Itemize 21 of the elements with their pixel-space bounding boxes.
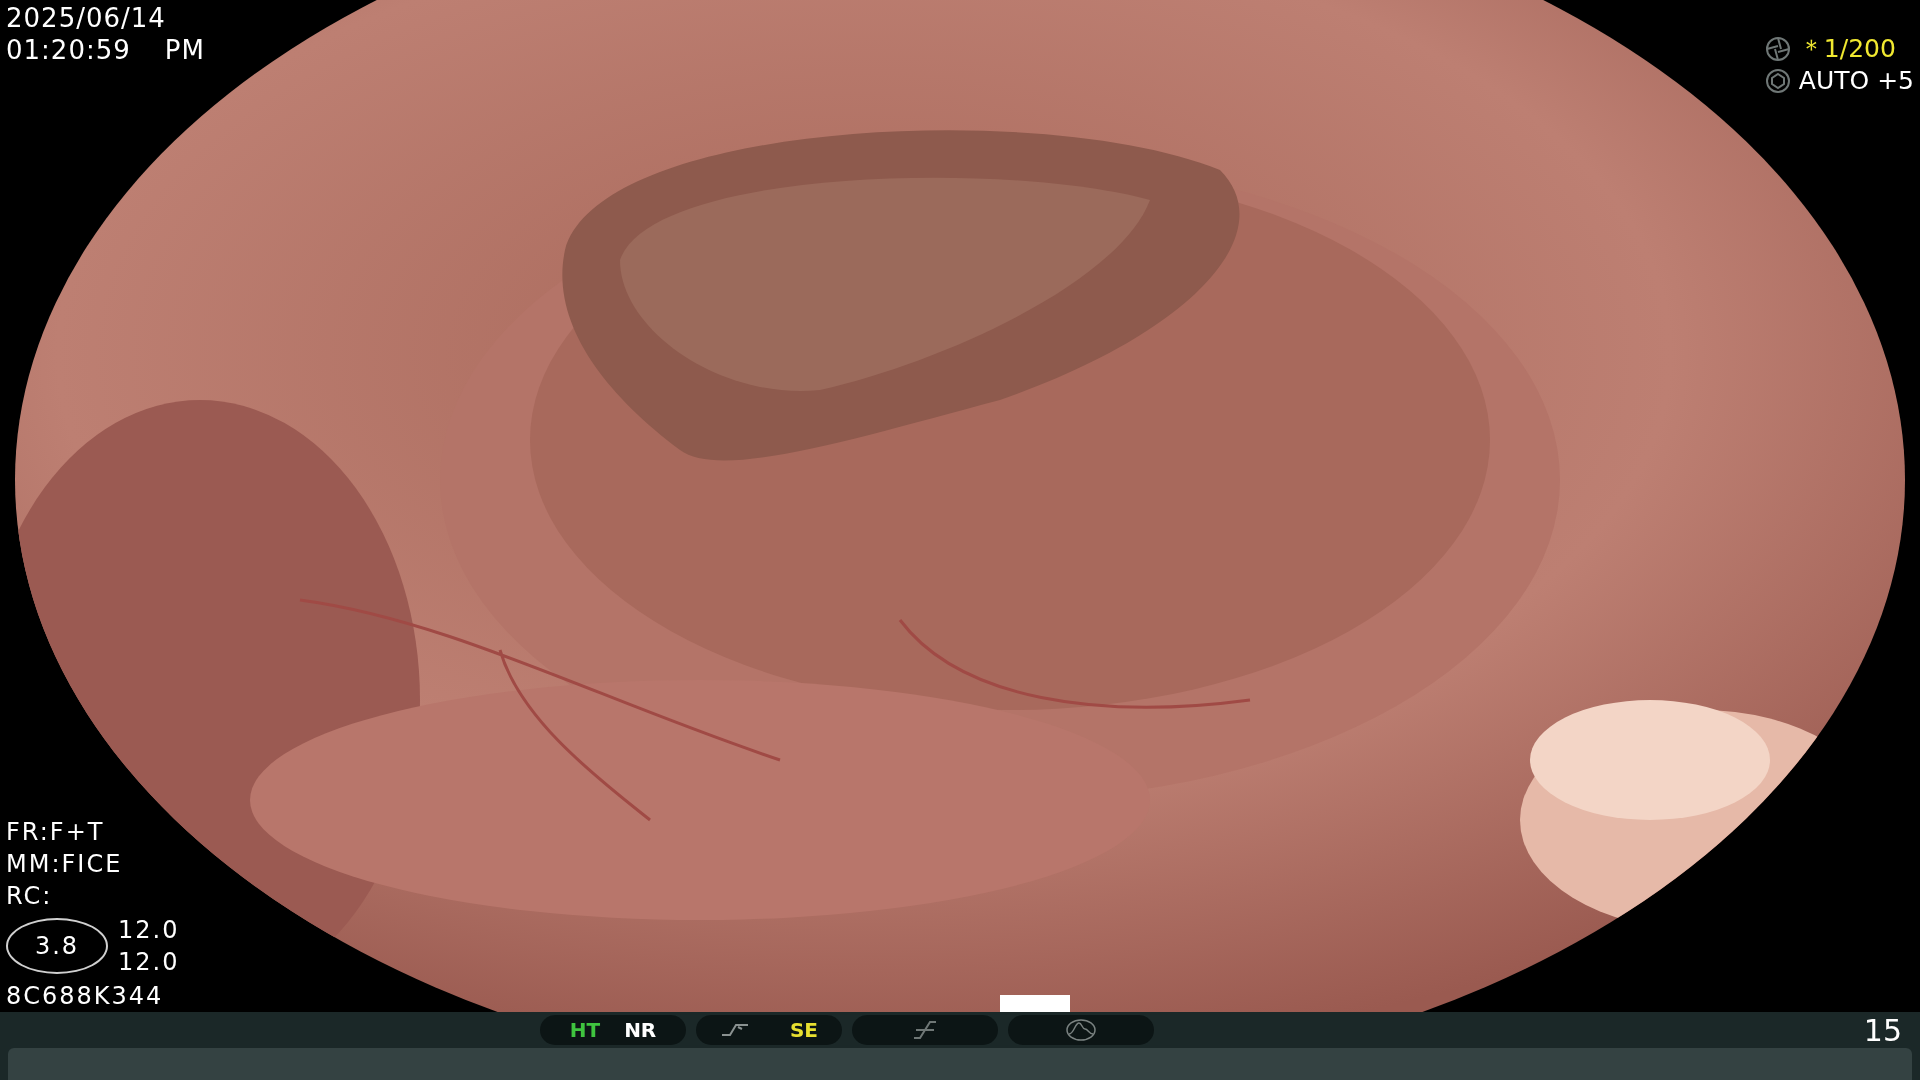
zoom-badge: 3.8	[6, 918, 108, 974]
shutter-speed-text: ＊1/200	[1798, 34, 1896, 64]
curve-icon	[719, 1021, 750, 1039]
serial-text: 8C688K344	[6, 981, 165, 1012]
wave-icon	[1065, 1019, 1097, 1041]
iris-mode-text: AUTO +5	[1798, 66, 1914, 96]
setting-text: RC:	[6, 881, 54, 912]
status-label: SE	[789, 1017, 819, 1044]
aperture-icon	[1764, 36, 1791, 62]
time-text: 01:20:59	[6, 34, 131, 66]
value-text: 12.0	[118, 915, 180, 946]
setting-text: FR:F+T	[6, 817, 106, 848]
counter-text: 15	[1863, 1011, 1902, 1050]
status-label: NR	[624, 1017, 657, 1044]
slope-icon	[912, 1020, 938, 1040]
iris-icon	[1764, 68, 1791, 94]
setting-text: MM:FICE	[6, 849, 124, 880]
meridiem-text: PM	[164, 34, 205, 66]
status-label: HT	[569, 1017, 601, 1044]
value-text: 12.0	[118, 947, 180, 978]
date-text: 2025/06/14	[6, 2, 167, 34]
